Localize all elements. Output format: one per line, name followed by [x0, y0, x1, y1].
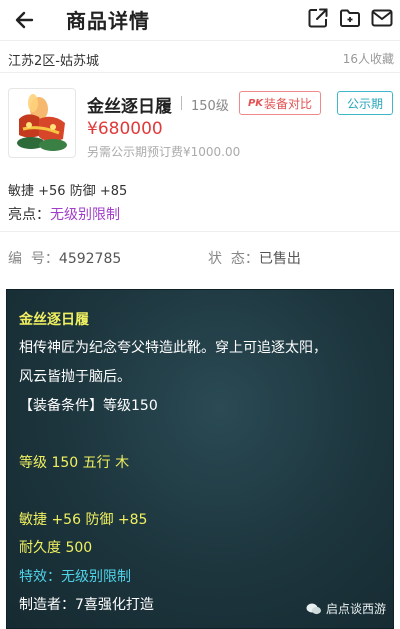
item-stats: 敏捷 +56 防御 +85: [8, 184, 128, 199]
wechat-icon: [306, 603, 321, 614]
pk-icon: PK: [247, 97, 264, 109]
watermark: 启点谈西游: [306, 600, 386, 617]
back-arrow-icon[interactable]: [12, 6, 40, 34]
effect-value: 无级别限制: [61, 569, 131, 585]
highlight-value: 无级别限制: [50, 207, 120, 223]
share-icon[interactable]: [306, 6, 330, 30]
item-image[interactable]: [8, 88, 76, 158]
item-id-label: 编 号：: [8, 251, 59, 267]
detail-stats: 敏捷 +56 防御 +85: [19, 512, 148, 528]
item-id-value: 4592785: [58, 251, 122, 267]
server-name: 江苏2区-姑苏城: [8, 54, 99, 69]
favorite-count: 16人收藏: [342, 52, 394, 66]
detail-description-1: 相传神匠为纪念夸父特造此靴。穿上可追逐太阳，: [19, 340, 327, 356]
folder-icon[interactable]: [338, 6, 362, 30]
compare-label: 装备对比: [264, 96, 313, 111]
status-value: 已售出: [258, 251, 301, 267]
detail-maker: 制造者：7喜强化打造: [19, 597, 154, 613]
item-level: 150级: [191, 99, 229, 114]
highlight-label: 亮点：: [8, 207, 50, 223]
item-id: 编 号：4592785: [8, 248, 121, 268]
detail-durability: 耐久度 500: [19, 540, 93, 556]
effect-label: 特效：: [19, 569, 61, 585]
info-row: 编 号：4592785 状 态：已售出: [0, 231, 400, 278]
divider: [181, 96, 182, 110]
page-title: 商品详情: [66, 9, 150, 33]
detail-level-element: 等级 150 五行 木: [19, 455, 130, 471]
detail-requirement: 【装备条件】等级150: [19, 398, 158, 414]
detail-effect: 特效：无级别限制: [19, 567, 131, 587]
server-row: 江苏2区-姑苏城 16人收藏: [0, 42, 400, 73]
top-bar: 商品详情: [0, 0, 400, 41]
reservation-fee: 另需公示期预订费¥1000.00: [87, 145, 241, 159]
compare-button[interactable]: PK 装备对比: [239, 91, 321, 115]
status-label: 状 态：: [208, 251, 259, 267]
detail-description-2: 风云皆抛于脑后。: [19, 369, 131, 385]
item-name: 金丝逐日履: [87, 97, 172, 117]
public-period-label: 公示期: [346, 96, 383, 111]
item-price: ¥680000: [87, 119, 163, 139]
highlight-line: 亮点：无级别限制: [8, 204, 120, 224]
public-period-badge[interactable]: 公示期: [337, 91, 393, 115]
watermark-text: 启点谈西游: [325, 602, 386, 616]
item-status: 状 态：已售出: [208, 248, 301, 268]
detail-item-name: 金丝逐日履: [19, 312, 89, 328]
item-detail-panel: 金丝逐日履 相传神匠为纪念夸父特造此靴。穿上可追逐太阳， 风云皆抛于脑后。 【装…: [6, 289, 394, 629]
boots-icon: [17, 94, 67, 151]
mail-icon[interactable]: [370, 6, 394, 30]
